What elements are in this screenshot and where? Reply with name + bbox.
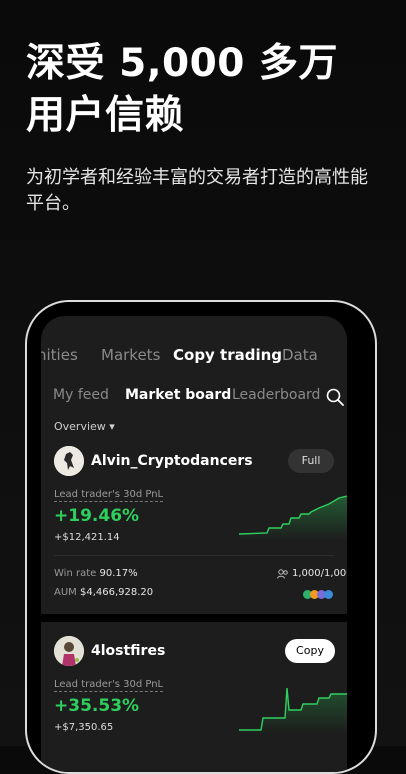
trader-card-2[interactable]: 4lostfires Copy Lead trader's 30d PnL +3… — [41, 622, 347, 772]
copy-button[interactable]: Copy — [285, 639, 335, 663]
headline-line-2: 用户信赖 — [26, 93, 185, 138]
trader-card-1[interactable]: Overview ▾ Alvin_Cryptodancers Full Lead… — [41, 412, 347, 614]
tab-data[interactable]: Data — [282, 346, 318, 364]
pnl-percent: +35.53% — [54, 696, 140, 716]
divider — [54, 555, 334, 556]
pnl-sparkline — [239, 674, 347, 734]
win-rate-value: 90.17% — [99, 568, 138, 579]
avatar[interactable] — [54, 636, 84, 666]
phone-frame: nities Markets Copy trading Data My feed… — [25, 300, 377, 774]
sub-tab-bar: My feed Market board Leaderboard — [41, 382, 347, 408]
people-icon — [277, 569, 289, 579]
coin-icon-4 — [324, 590, 333, 599]
aum-label: AUM — [54, 587, 77, 598]
pnl-label: Lead trader's 30d PnL — [54, 679, 164, 692]
copiers-count: 1,000/1,000 — [292, 568, 347, 579]
avatar[interactable] — [54, 446, 84, 476]
subtext: 为初学者和经验丰富的交易者打造的高性能平台。 — [26, 167, 368, 214]
tab-my-feed[interactable]: My feed — [53, 387, 109, 403]
tab-markets[interactable]: Markets — [101, 346, 160, 364]
headline: 深受 5,000 多万 用户信赖 — [26, 38, 338, 142]
search-icon[interactable] — [325, 387, 345, 407]
card-separator — [41, 614, 347, 622]
tab-leaderboard[interactable]: Leaderboard — [232, 387, 320, 403]
aum-value: $4,466,928.20 — [79, 587, 154, 598]
win-rate: Win rate 90.17% — [54, 568, 138, 579]
full-button[interactable]: Full — [288, 449, 334, 473]
overview-dropdown[interactable]: Overview ▾ — [54, 420, 115, 433]
tab-copy-trading[interactable]: Copy trading — [173, 346, 282, 364]
pnl-sparkline — [239, 488, 347, 540]
pnl-percent: +19.46% — [54, 506, 140, 526]
tab-market-board[interactable]: Market board — [125, 387, 231, 403]
aum: AUM $4,466,928.20 — [54, 587, 153, 598]
top-tab-bar: nities Markets Copy trading Data — [41, 346, 347, 370]
tab-opportunities[interactable]: nities — [41, 346, 78, 364]
trader-name[interactable]: Alvin_Cryptodancers — [91, 453, 253, 469]
trader-name[interactable]: 4lostfires — [91, 643, 165, 659]
pnl-amount: +$12,421.14 — [54, 532, 120, 543]
pnl-label: Lead trader's 30d PnL — [54, 489, 164, 502]
headline-line-1: 深受 5,000 多万 — [26, 41, 339, 86]
phone-screen: nities Markets Copy trading Data My feed… — [41, 316, 347, 772]
pnl-amount: +$7,350.65 — [54, 722, 114, 733]
win-rate-label: Win rate — [54, 568, 97, 579]
